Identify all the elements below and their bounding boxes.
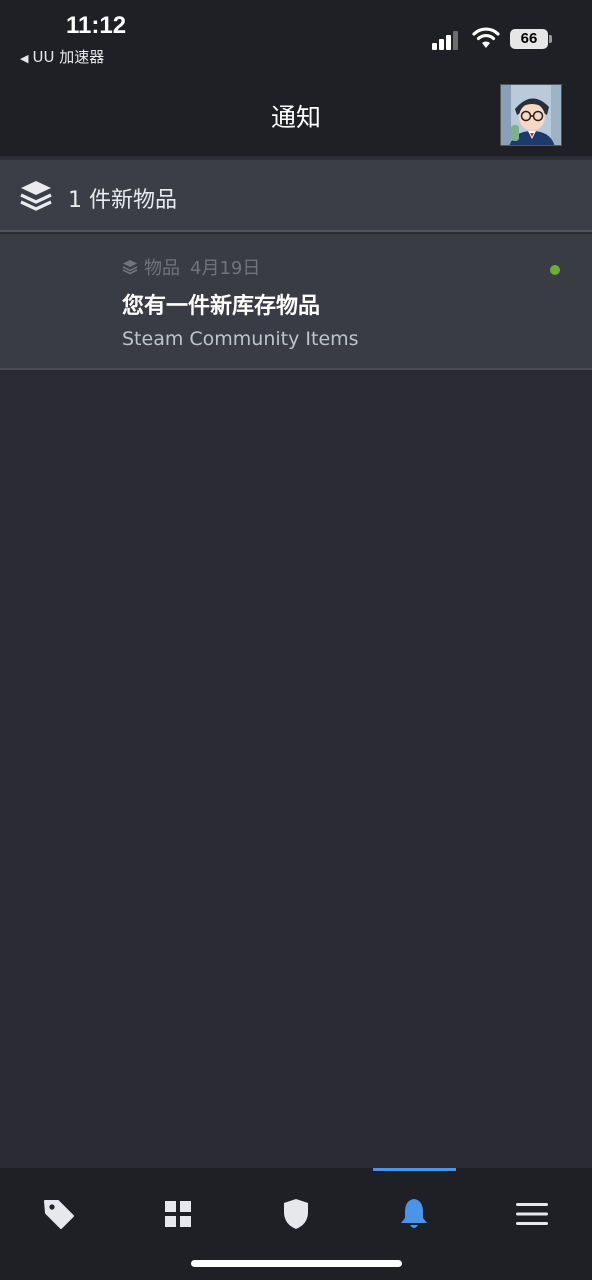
tab-library[interactable] [148,1194,208,1234]
tab-guard[interactable] [266,1194,326,1234]
back-triangle-icon: ◀ [20,52,29,65]
home-indicator[interactable] [191,1260,402,1267]
notification-meta: 物品 4月19日 [122,254,260,280]
unread-dot [550,265,560,275]
status-time: 11:12 [66,12,127,39]
cellular-signal-icon [432,28,462,50]
active-tab-indicator [373,1168,456,1171]
shield-icon [284,1199,308,1229]
avatar[interactable] [500,84,562,146]
back-app-label: UU 加速器 [32,48,105,66]
tab-store[interactable] [29,1194,89,1234]
notification-item[interactable]: 物品 4月19日 您有一件新库存物品 Steam Community Items [0,234,592,370]
notification-date: 4月19日 [190,258,261,279]
notification-subtitle: Steam Community Items [122,328,359,350]
app-header: 通知 [0,80,592,156]
tab-notifications[interactable] [384,1194,444,1234]
bell-icon [401,1199,427,1228]
avatar-image [501,85,561,145]
battery-indicator: 66 [510,29,552,49]
group-label: 1 件新物品 [68,188,177,213]
menu-icon [516,1203,548,1225]
wifi-icon [472,27,500,48]
status-bar: 11:12 ◀ UU 加速器 66 [0,0,592,80]
item-stack-icon [122,260,138,275]
tag-icon [44,1200,74,1229]
tab-menu[interactable] [502,1194,562,1234]
grid-icon [165,1201,191,1227]
notification-group-header[interactable]: 1 件新物品 [0,158,592,232]
notification-category: 物品 [144,258,180,279]
notification-title: 您有一件新库存物品 [122,294,321,319]
stack-icon [20,181,52,211]
back-to-app-link[interactable]: ◀ UU 加速器 [20,46,104,67]
